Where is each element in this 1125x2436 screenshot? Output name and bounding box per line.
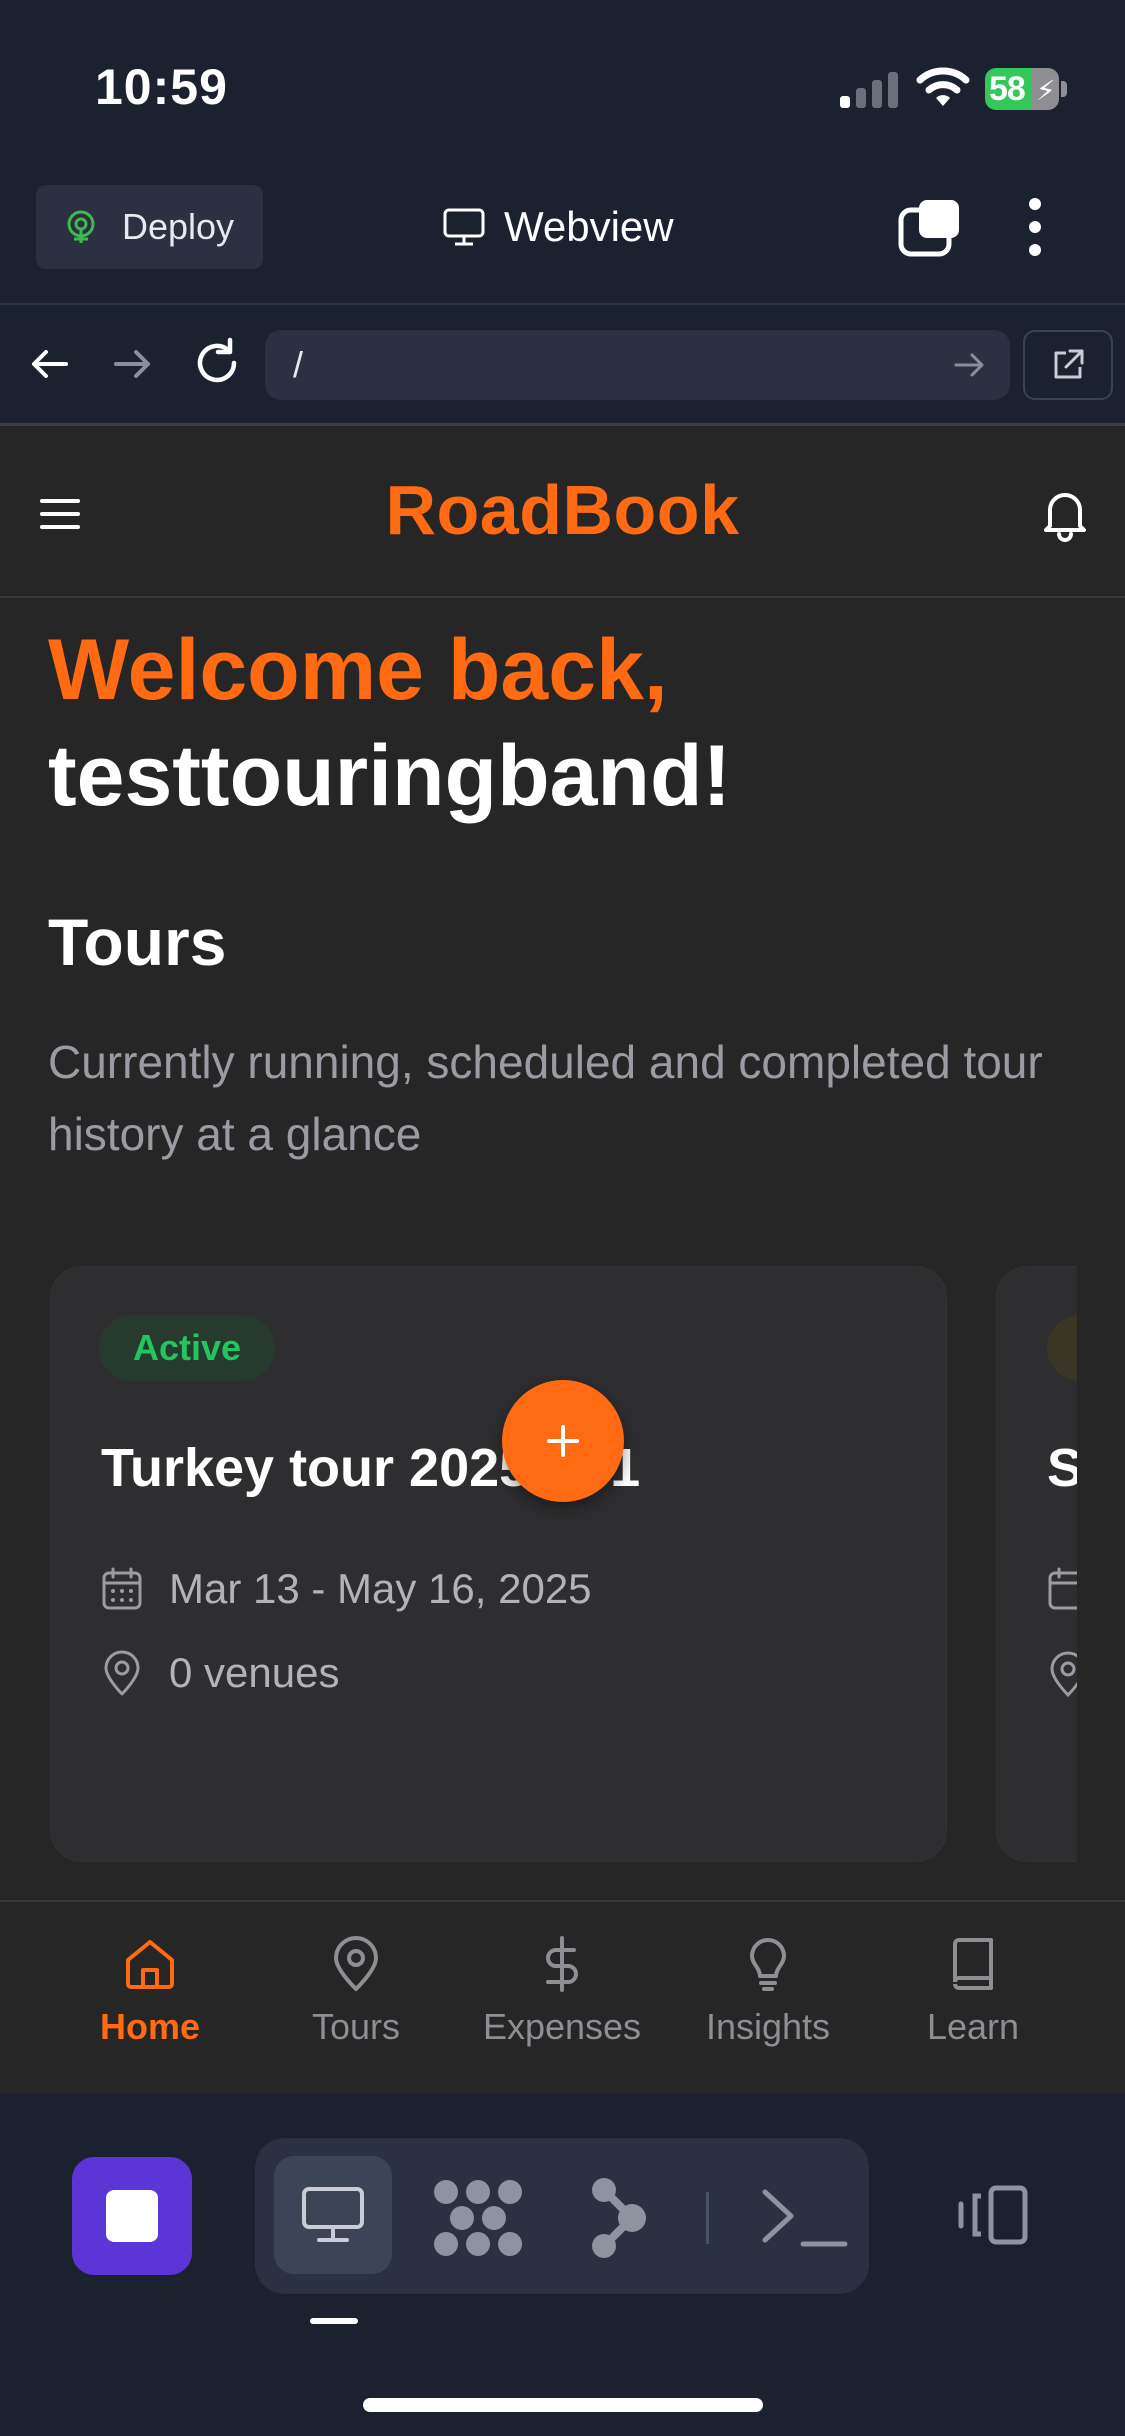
- tab-insights[interactable]: Insights: [668, 1936, 868, 2048]
- stop-button[interactable]: [72, 2157, 192, 2275]
- carousel-edge: [1077, 1246, 1125, 1886]
- map-pin-icon: [104, 1650, 140, 1696]
- tour-dates: Mar 13 - May 16, 2025: [169, 1565, 592, 1612]
- open-external-icon: [1054, 349, 1084, 379]
- header-divider: [0, 596, 1125, 598]
- forward-icon[interactable]: [108, 340, 156, 388]
- add-tour-button[interactable]: [502, 1380, 624, 1502]
- reload-icon[interactable]: [190, 336, 244, 390]
- deploy-label: Deploy: [122, 206, 235, 247]
- tab-expenses[interactable]: Expenses: [462, 1936, 662, 2048]
- tab-expenses-label: Expenses: [482, 2006, 642, 2047]
- dock-divider: [706, 2192, 709, 2244]
- book-icon: [953, 1938, 993, 1990]
- dollar-icon: [546, 1936, 578, 1992]
- tour-card[interactable]: Active Turkey tour 2025 pt 1 Mar 13 - Ma…: [50, 1266, 947, 1862]
- plus-icon: [547, 1425, 579, 1457]
- windows-icon[interactable]: [897, 198, 961, 258]
- dock-active-indicator: [310, 2318, 358, 2324]
- branch-icon[interactable]: [580, 2176, 660, 2260]
- username-heading: testtouringband!: [48, 728, 732, 824]
- terminal-icon[interactable]: [755, 2180, 865, 2256]
- back-icon[interactable]: [26, 340, 74, 388]
- stop-icon: [106, 2190, 158, 2242]
- tab-home-label: Home: [99, 2006, 201, 2047]
- tab-insights-label: Insights: [705, 2006, 831, 2047]
- tour-dates-row: Mar 13 - May 16, 2025: [101, 1565, 592, 1613]
- home-indicator[interactable]: [363, 2398, 763, 2412]
- tab-tours[interactable]: Tours: [256, 1936, 456, 2048]
- tabbar-divider: [0, 1900, 1125, 1902]
- go-arrow-icon[interactable]: [950, 345, 990, 385]
- nodes-icon[interactable]: [428, 2178, 528, 2258]
- tab-home[interactable]: Home: [50, 1936, 250, 2048]
- app-viewport: RoadBook Welcome back, testtouringband! …: [0, 426, 1125, 2093]
- signal-icon: [840, 72, 898, 108]
- deploy-button[interactable]: Deploy: [36, 185, 263, 269]
- tab-learn-label: Learn: [926, 2006, 1020, 2047]
- wifi-icon: [916, 67, 970, 106]
- charging-bolt-icon: ⚡: [1036, 75, 1056, 106]
- webview-label: Webview: [504, 203, 674, 250]
- toolbar-divider: [0, 303, 1125, 305]
- calendar-icon: [102, 1567, 142, 1610]
- welcome-heading: Welcome back,: [48, 622, 668, 718]
- kebab-menu-icon[interactable]: [1022, 196, 1048, 258]
- url-input[interactable]: /: [265, 330, 1010, 400]
- tour-venues: 0 venues: [169, 1649, 340, 1696]
- home-icon: [126, 1940, 174, 1989]
- lightbulb-icon: [750, 1938, 786, 1991]
- tab-learn[interactable]: Learn: [873, 1936, 1073, 2048]
- tours-subtitle: Currently running, scheduled and complet…: [48, 1036, 1043, 1160]
- webview-monitor-icon: [302, 2187, 364, 2242]
- webview-tab[interactable]: Webview: [442, 190, 674, 264]
- bell-icon[interactable]: [1040, 486, 1090, 542]
- battery-level: 58: [989, 70, 1026, 108]
- monitor-icon: [443, 208, 485, 246]
- brand-logo[interactable]: RoadBook: [0, 470, 1125, 550]
- deploy-icon: [67, 210, 95, 243]
- status-time: 10:59: [95, 59, 228, 115]
- tab-tours-label: Tours: [311, 2006, 401, 2047]
- battery-icon: 58 ⚡: [985, 68, 1067, 110]
- tours-heading: Tours: [48, 905, 227, 979]
- tour-venues-row: 0 venues: [101, 1649, 339, 1697]
- dock-webview-button[interactable]: [274, 2156, 392, 2274]
- devices-icon[interactable]: [955, 2184, 1031, 2246]
- status-badge: Active: [99, 1315, 276, 1381]
- open-external-button[interactable]: [1023, 330, 1113, 400]
- map-pin-icon: [334, 1936, 378, 1991]
- url-text: /: [293, 344, 304, 385]
